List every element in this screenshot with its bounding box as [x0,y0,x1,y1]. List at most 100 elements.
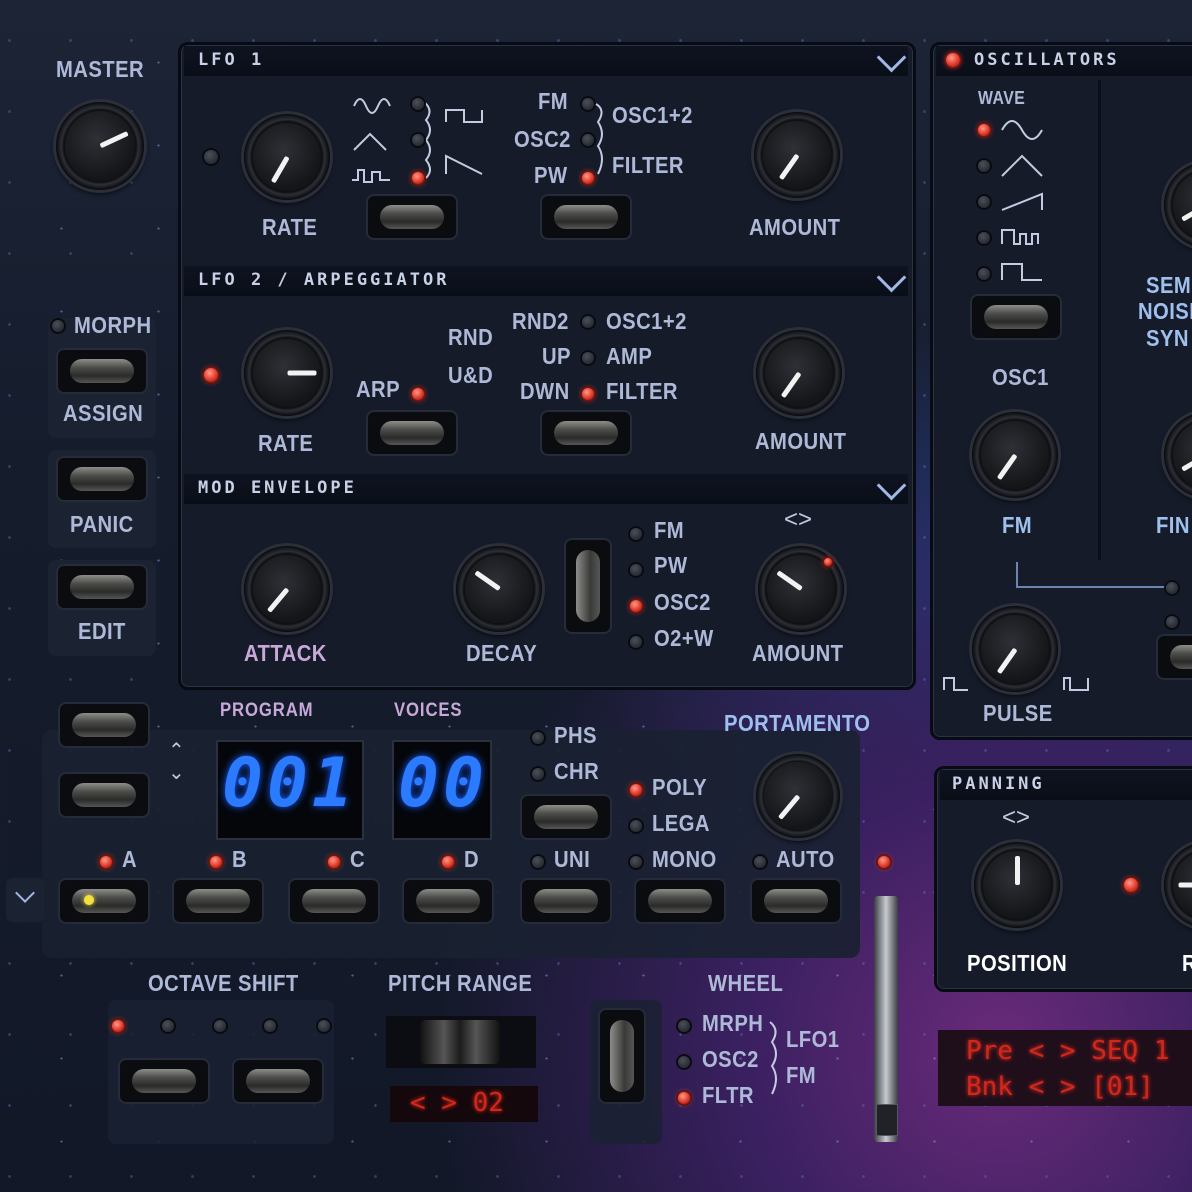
panning-title: PANNING [952,774,1045,794]
wheel-label: WHEEL [708,970,784,996]
osc-wave-led-5 [978,268,990,280]
bank-c-button[interactable] [290,880,378,922]
osc-semi-label-2: NOISI [1138,298,1192,324]
lfo2-amount-knob[interactable] [756,330,842,416]
lfo1-sync-led[interactable] [204,150,218,164]
poly-led [630,784,642,796]
lfo1-target-osc12: OSC1+2 [612,102,693,128]
panic-button[interactable] [58,458,146,500]
osc-wave-led-3 [978,196,990,208]
pulse-wave-icon [1001,229,1039,245]
lfo1-wave-led-2 [412,134,424,146]
osc-fm-label: FM [1002,512,1033,538]
pulse-wide-icon [1063,677,1089,691]
osc1-label: OSC1 [992,364,1049,390]
modenv-amount-led [824,558,832,566]
wheel-led-osc2 [678,1056,690,1068]
lfo1-title: LFO 1 [198,50,265,70]
program-value: 001 [222,744,357,823]
lfo1-rate-knob[interactable] [244,114,330,200]
auto-button[interactable] [752,880,840,922]
octave-shift-label: OCTAVE SHIFT [148,970,299,996]
pitch-wheel[interactable] [386,1016,536,1068]
bank-d-button[interactable] [404,880,492,922]
mono-led [630,856,642,868]
phs-chr-button[interactable] [522,796,610,838]
osc-title: OSCILLATORS [974,50,1120,70]
edit-label: EDIT [78,618,126,644]
master-label: MASTER [56,56,145,82]
morph-label: MORPH [74,312,152,338]
display-line-2[interactable]: Bnk < > [01] [966,1072,1154,1102]
modenv-dest-switch[interactable] [566,540,610,632]
wheel-fltr-label: FLTR [702,1082,754,1108]
wheel-dest-switch[interactable] [600,1010,644,1102]
lfo2-dest-button[interactable] [542,412,630,454]
modenv-led-fm [630,528,642,540]
voices-label: VOICES [394,700,463,721]
lfo1-dest-fm: FM [538,88,569,114]
octave-up-button[interactable] [234,1060,322,1102]
lfo2-arp-button[interactable] [368,412,456,454]
osc-pulse-knob[interactable] [972,606,1058,692]
osc-routing-line [1016,562,1168,588]
lfo2-rate-knob[interactable] [244,330,330,416]
panic-label: PANIC [70,511,134,537]
lfo1-header [184,46,908,76]
osc-wave-button[interactable] [972,296,1060,338]
lfo2-up-label: UP [542,343,571,369]
bank-d-led [442,856,454,868]
saw-wave-icon [445,154,483,175]
osc-fm-knob[interactable] [972,412,1058,498]
lfo1-amount-knob[interactable] [754,112,840,198]
bank-b-button[interactable] [174,880,262,922]
portamento-label: PORTAMENTO [724,710,871,736]
auto-led [754,856,766,868]
modenv-attack-label: ATTACK [244,640,327,666]
morph-button[interactable] [58,350,146,392]
panning-position-knob[interactable] [974,842,1060,928]
lfo2-arp-led [412,388,424,400]
mono-button[interactable] [636,880,724,922]
bipolar-icon: <> [1002,804,1031,831]
down-arrow-icon[interactable]: ⌄ [168,760,185,785]
osc-power-led[interactable] [946,53,960,67]
bank-a-button[interactable] [60,880,148,922]
modenv-dest-osc2: OSC2 [654,589,711,615]
osc-route-led-2 [1166,616,1178,628]
program-load-button[interactable] [60,774,148,816]
lfo2-rnd-label: RND [448,324,494,350]
lfo2-sync-led[interactable] [204,368,218,382]
mod-slider-handle[interactable] [876,1104,898,1136]
osc-route-button[interactable] [1158,636,1192,678]
modenv-led-pw [630,564,642,576]
aux-led [878,856,890,868]
portamento-knob[interactable] [756,754,840,838]
modenv-title: MOD ENVELOPE [198,478,357,498]
lfo1-dest-led-osc2 [582,134,594,146]
display-line-1[interactable]: Pre < > SEQ 1 [966,1036,1170,1066]
bank-a-active-dot [84,895,94,905]
uni-button[interactable] [522,880,610,922]
modenv-attack-knob[interactable] [244,546,330,632]
chr-label: CHR [554,758,600,784]
program-store-button[interactable] [60,704,148,746]
panning-led[interactable] [1124,878,1138,892]
master-knob[interactable] [56,102,144,190]
auto-label: AUTO [776,846,835,872]
lfo1-dest-button[interactable] [542,196,630,238]
osc-semi-label-3: SYN [1146,325,1189,351]
octave-led-2 [162,1020,174,1032]
uni-label: UNI [554,846,591,872]
mono-label: MONO [652,846,717,872]
lfo1-wave-button[interactable] [368,196,456,238]
octave-down-button[interactable] [120,1060,208,1102]
square-wave-icon [1001,263,1042,281]
modenv-decay-label: DECAY [466,640,538,666]
osc-wave-label: WAVE [978,88,1026,108]
assign-label: ASSIGN [63,400,144,426]
edit-button[interactable] [58,566,146,608]
octave-led-4 [264,1020,276,1032]
modenv-decay-knob[interactable] [456,546,542,632]
lega-led [630,820,642,832]
